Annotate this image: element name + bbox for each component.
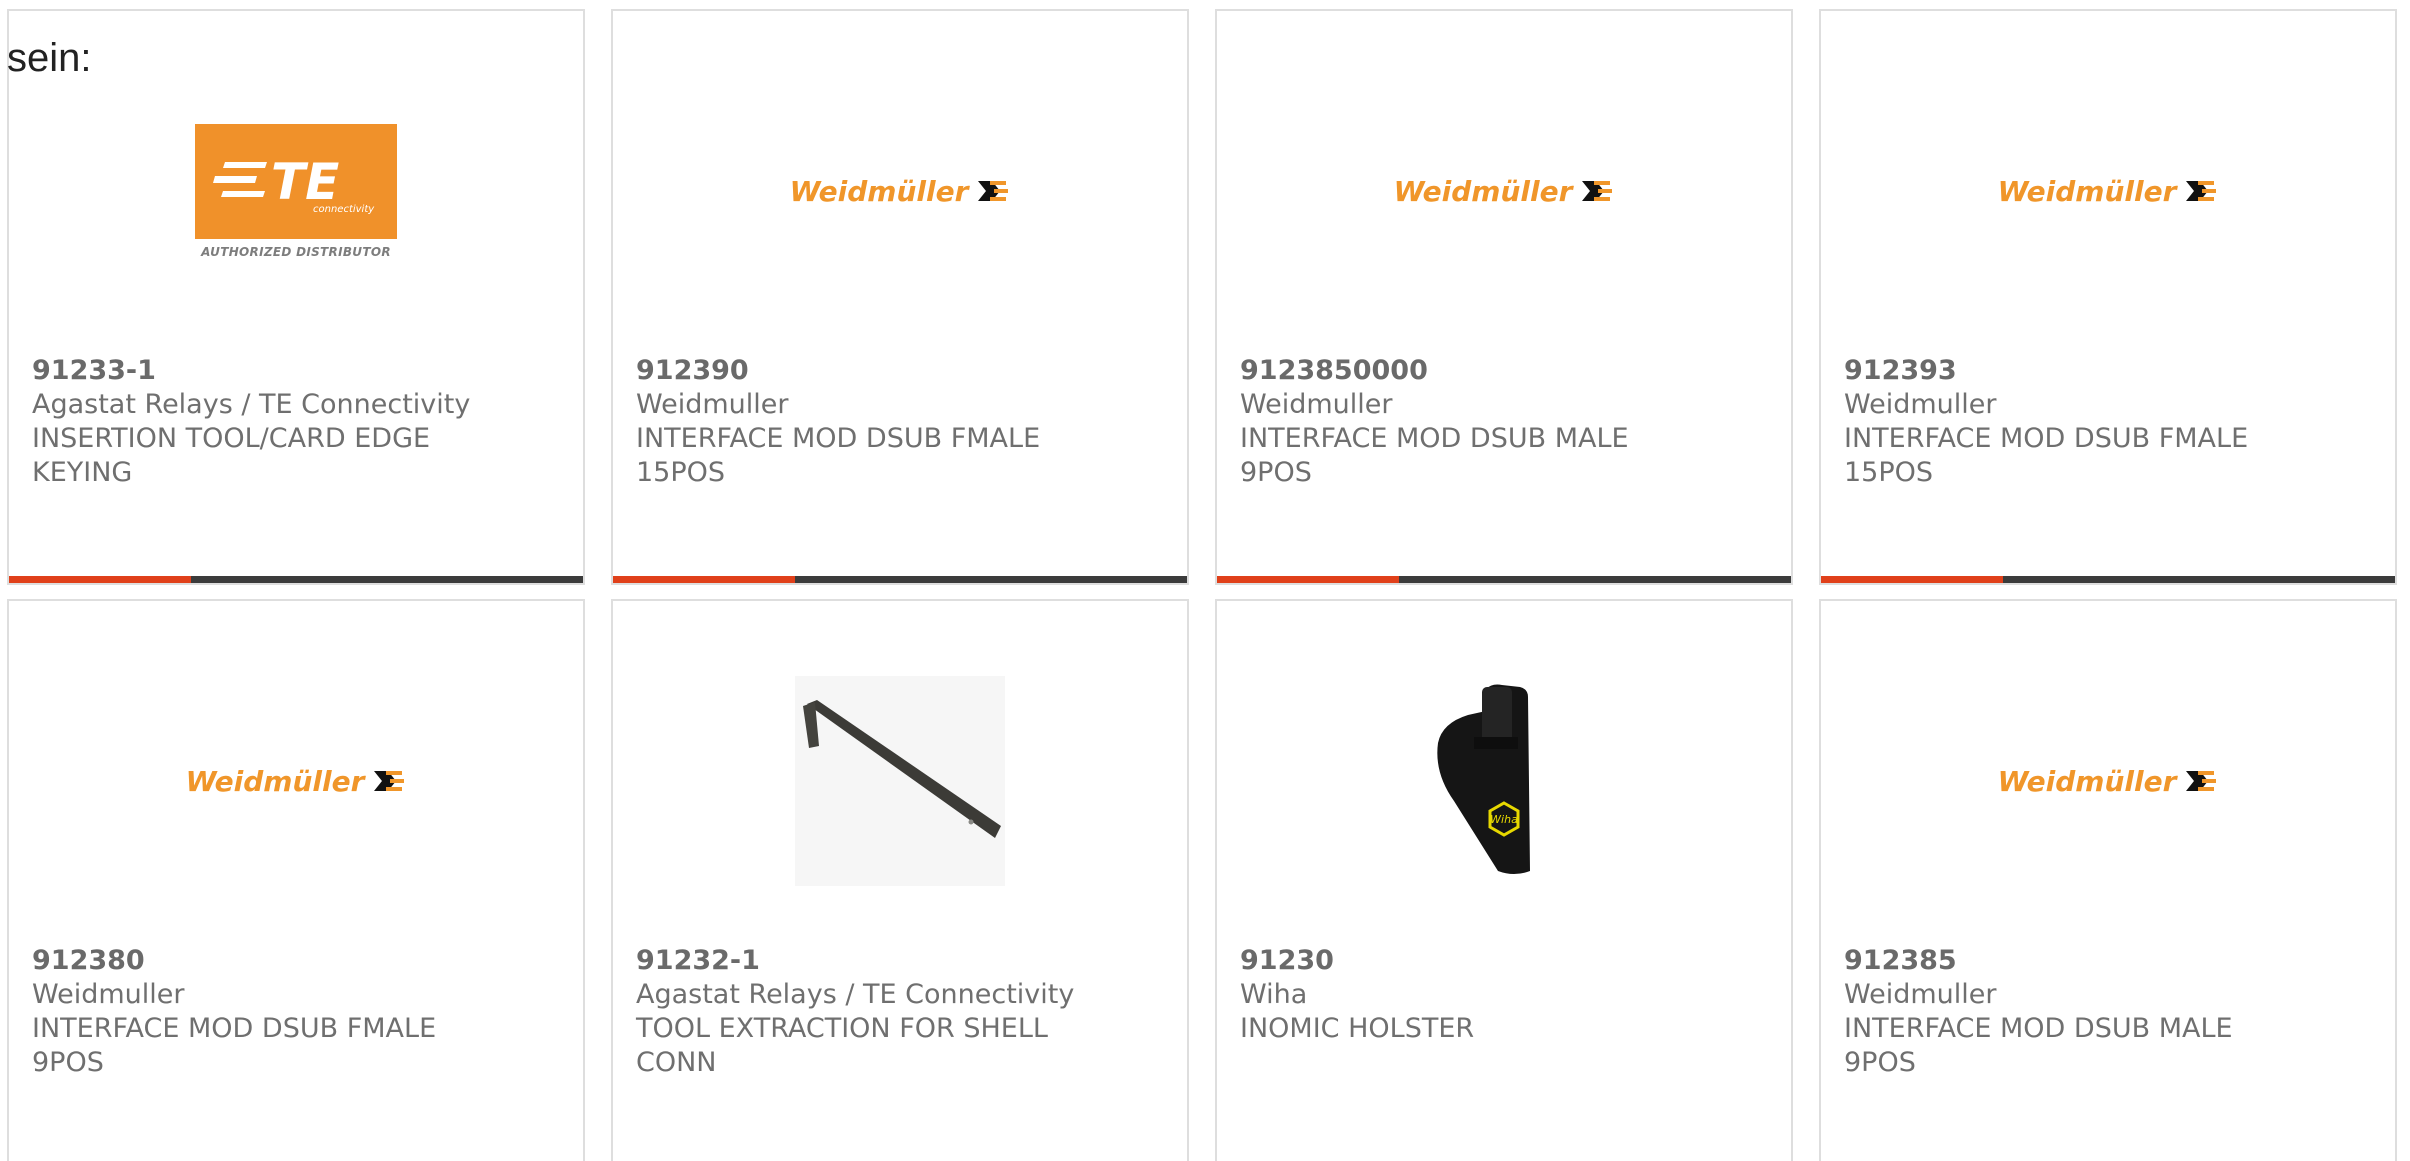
part-number[interactable]: 912390	[636, 354, 1147, 388]
manufacturer: Weidmuller	[1844, 979, 1997, 1010]
product-card[interactable]: Weidmüller 912385 Weidmuller INTERFACE M…	[1819, 599, 2397, 1161]
manufacturer: Agastat Relays / TE Connectivity	[32, 389, 471, 420]
svg-text:Wiha: Wiha	[1490, 813, 1518, 826]
weidmuller-logo: Weidmüller	[186, 765, 407, 798]
manufacturer: Weidmuller	[1240, 389, 1393, 420]
description-line2: CONN	[636, 1047, 717, 1078]
weidmuller-mark-icon	[374, 771, 405, 791]
description-line1: INTERFACE MOD DSUB MALE	[1240, 423, 1629, 454]
manufacturer: Wiha	[1240, 979, 1308, 1010]
part-number[interactable]: 912393	[1844, 354, 2355, 388]
product-image: Weidmüller	[1821, 661, 2395, 901]
weidmuller-mark-icon	[978, 181, 1009, 201]
part-number[interactable]: 9123850000	[1240, 354, 1751, 388]
weidmuller-logo: Weidmüller	[1394, 175, 1615, 208]
weidmuller-mark-icon	[2186, 181, 2217, 201]
product-grid-page: sein: TE connectivity AUTHORIZED DISTRIB…	[0, 0, 2410, 1161]
part-number[interactable]: 91233-1	[32, 354, 543, 388]
description-line1: INSERTION TOOL/CARD EDGE	[32, 423, 431, 454]
part-number[interactable]: 91232-1	[636, 944, 1147, 978]
product-image: Weidmüller	[9, 661, 583, 901]
svg-text:TE: TE	[271, 153, 339, 211]
description-line2: 15POS	[1844, 457, 1934, 488]
weidmuller-logo: Weidmüller	[790, 175, 1011, 208]
description-line1: INTERFACE MOD DSUB MALE	[1844, 1013, 2233, 1044]
te-connectivity-logo: TE connectivity AUTHORIZED DISTRIBUTOR	[195, 123, 397, 259]
weidmuller-mark-icon	[2186, 771, 2217, 791]
product-card[interactable]: Weidmüller 912380 Weidmuller INTERFACE M…	[7, 599, 585, 1161]
svg-text:connectivity: connectivity	[313, 204, 375, 215]
progress-bar	[613, 576, 1187, 583]
product-image: Weidmüller	[1821, 71, 2395, 311]
description-line1: INOMIC HOLSTER	[1240, 1013, 1475, 1044]
weidmuller-mark-icon	[1582, 181, 1613, 201]
product-image: Weidmüller	[613, 71, 1187, 311]
progress-bar	[9, 576, 583, 583]
part-number[interactable]: 912385	[1844, 944, 2355, 978]
product-card[interactable]: TE connectivity AUTHORIZED DISTRIBUTOR 9…	[7, 9, 585, 585]
manufacturer: Agastat Relays / TE Connectivity	[636, 979, 1075, 1010]
product-card[interactable]: Weidmüller 912390 Weidmuller INTERFACE M…	[611, 9, 1189, 585]
description-line1: INTERFACE MOD DSUB FMALE	[1844, 423, 2249, 454]
product-image	[613, 661, 1187, 901]
description-line2: 9POS	[1240, 457, 1312, 488]
description-line2: 9POS	[1844, 1047, 1916, 1078]
manufacturer: Weidmuller	[636, 389, 789, 420]
description-line1: INTERFACE MOD DSUB FMALE	[32, 1013, 437, 1044]
product-image: Weidmüller	[1217, 71, 1791, 311]
description-line1: TOOL EXTRACTION FOR SHELL	[636, 1013, 1048, 1044]
progress-bar	[1821, 576, 2395, 583]
product-card[interactable]: Weidmüller 912393 Weidmuller INTERFACE M…	[1819, 9, 2397, 585]
manufacturer: Weidmuller	[32, 979, 185, 1010]
product-card[interactable]: 91232-1 Agastat Relays / TE Connectivity…	[611, 599, 1189, 1161]
product-card[interactable]: Wiha 91230 Wiha INOMIC HOLSTER	[1215, 599, 1793, 1161]
product-card[interactable]: Weidmüller 9123850000 Weidmuller INTERFA…	[1215, 9, 1793, 585]
description-line2: 9POS	[32, 1047, 104, 1078]
description-line1: INTERFACE MOD DSUB FMALE	[636, 423, 1041, 454]
weidmuller-logo: Weidmüller	[1998, 175, 2219, 208]
description-line2: 15POS	[636, 457, 726, 488]
holster-photo: Wiha	[1437, 684, 1530, 874]
progress-bar	[1217, 576, 1791, 583]
part-number[interactable]: 91230	[1240, 944, 1751, 978]
extraction-tool-photo	[795, 676, 1005, 886]
part-number[interactable]: 912380	[32, 944, 543, 978]
weidmuller-logo: Weidmüller	[1998, 765, 2219, 798]
product-image: TE connectivity AUTHORIZED DISTRIBUTOR	[9, 71, 583, 311]
description-line2: KEYING	[32, 457, 133, 488]
manufacturer: Weidmuller	[1844, 389, 1997, 420]
intro-text: sein:	[7, 36, 92, 80]
product-image: Wiha	[1217, 661, 1791, 901]
